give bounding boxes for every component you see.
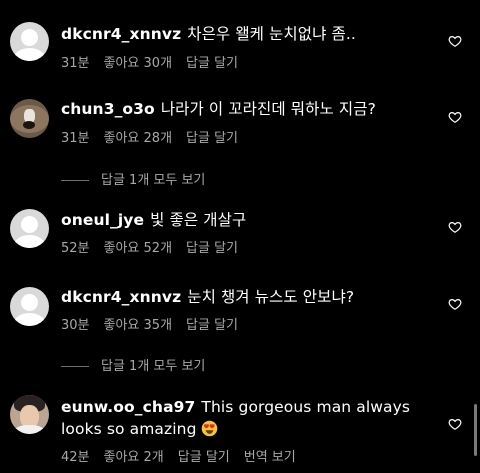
- comment-text: 나라가 이 꼬라진데 뭐하노 지금?: [160, 100, 376, 118]
- view-replies-label: 답글 1개 모두 보기: [101, 173, 206, 188]
- divider-dash: [61, 180, 89, 181]
- reply-button[interactable]: 답글 달기: [186, 131, 238, 146]
- comment-text: 눈치 챙겨 뉴스도 안보냐?: [187, 288, 355, 306]
- comment-text: 차은우 왤케 눈치없냐 좀..: [187, 25, 356, 43]
- comment-username[interactable]: eunw.oo_cha97: [61, 398, 195, 416]
- comment-time: 52분: [61, 241, 90, 256]
- reply-button[interactable]: 답글 달기: [178, 450, 230, 465]
- heart-outline-icon[interactable]: [448, 110, 462, 124]
- view-replies-button[interactable]: 답글 1개 모두 보기: [61, 169, 205, 188]
- heart-outline-icon[interactable]: [448, 417, 462, 431]
- view-replies-label: 답글 1개 모두 보기: [101, 359, 206, 374]
- comment-username[interactable]: oneul_jye: [61, 211, 144, 229]
- dog-avatar[interactable]: [10, 99, 49, 138]
- comment-time: 30분: [61, 318, 90, 333]
- comment-username[interactable]: dkcnr4_xnnvz: [61, 288, 181, 306]
- comment-username[interactable]: dkcnr4_xnnvz: [61, 25, 181, 43]
- comment-text: 빛 좋은 개살구: [150, 211, 247, 229]
- comment-likes-count[interactable]: 좋아요 2개: [104, 450, 164, 465]
- comment-time: 31분: [61, 56, 90, 71]
- comment-likes-count[interactable]: 좋아요 52개: [104, 241, 173, 256]
- divider-dash: [61, 366, 89, 367]
- default-avatar[interactable]: [10, 287, 49, 326]
- view-replies-button[interactable]: 답글 1개 모두 보기: [61, 355, 205, 374]
- default-avatar[interactable]: [10, 209, 49, 248]
- scrollbar[interactable]: [474, 404, 477, 456]
- heart-outline-icon[interactable]: [448, 220, 462, 234]
- heart-eyes-emoji: [201, 420, 217, 437]
- comment-username[interactable]: chun3_o3o: [61, 100, 155, 118]
- comment-likes-count[interactable]: 좋아요 35개: [104, 318, 173, 333]
- reply-button[interactable]: 답글 달기: [186, 241, 238, 256]
- translate-button[interactable]: 번역 보기: [244, 450, 296, 465]
- reply-button[interactable]: 답글 달기: [186, 318, 238, 333]
- comment-likes-count[interactable]: 좋아요 28개: [104, 131, 173, 146]
- comment-time: 31분: [61, 131, 90, 146]
- default-avatar[interactable]: [10, 22, 49, 61]
- comment-likes-count[interactable]: 좋아요 30개: [104, 56, 173, 71]
- heart-outline-icon[interactable]: [448, 297, 462, 311]
- reply-button[interactable]: 답글 달기: [186, 56, 238, 71]
- comment-time: 42분: [61, 450, 90, 465]
- heart-outline-icon[interactable]: [448, 34, 462, 48]
- user-avatar-photo[interactable]: [10, 395, 49, 434]
